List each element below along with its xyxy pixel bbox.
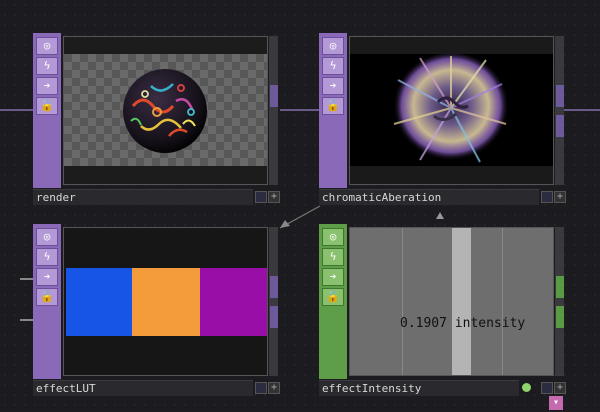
node-name-text: chromaticAberation bbox=[322, 191, 442, 204]
channel-readout: 0.1907 intensity bbox=[400, 316, 525, 331]
channel-name: intensity bbox=[454, 316, 526, 331]
output-rail bbox=[555, 36, 564, 185]
render-viewer bbox=[63, 36, 268, 185]
output-connector-1[interactable] bbox=[556, 276, 564, 298]
node-label[interactable]: chromaticAberation bbox=[319, 189, 539, 205]
viewer-toggle-button[interactable] bbox=[541, 191, 553, 203]
node-label[interactable]: effectIntensity bbox=[319, 380, 519, 396]
arrow-right-icon[interactable]: ➔ bbox=[322, 268, 344, 286]
target-icon[interactable]: ◎ bbox=[36, 228, 58, 246]
plus-icon[interactable]: + bbox=[554, 191, 566, 203]
channel-value: 0.1907 bbox=[400, 316, 447, 331]
arrow-right-icon[interactable]: ➔ bbox=[36, 77, 58, 95]
output-connector-1[interactable] bbox=[556, 85, 564, 107]
lock-icon[interactable]: 🔓 bbox=[36, 97, 58, 115]
lock-icon[interactable]: 🔓 bbox=[322, 288, 344, 306]
wire-left-input bbox=[0, 109, 33, 111]
chromatic-viewer bbox=[349, 36, 554, 185]
plus-icon[interactable]: + bbox=[268, 382, 280, 394]
node-label[interactable]: effectLUT bbox=[33, 380, 253, 396]
node-sidebar: ◎ ϟ ➔ 🔓 bbox=[319, 33, 347, 188]
lut-swatch-orange bbox=[132, 268, 200, 336]
output-connector-2[interactable] bbox=[556, 115, 564, 137]
target-icon[interactable]: ◎ bbox=[322, 37, 344, 55]
lightning-icon[interactable]: ϟ bbox=[36, 248, 58, 266]
grid-line bbox=[402, 228, 403, 375]
node-name-text: effectIntensity bbox=[322, 382, 422, 395]
viewer-toggle-button[interactable] bbox=[255, 191, 267, 203]
noise-sphere-preview bbox=[123, 69, 207, 153]
viewer-toggle-button[interactable] bbox=[541, 382, 553, 394]
output-connector-2[interactable] bbox=[556, 306, 564, 328]
wire-lut-in-2 bbox=[20, 319, 34, 321]
output-rail bbox=[269, 227, 278, 376]
wire-render-to-chromatic bbox=[280, 109, 320, 111]
lut-swatch-blue bbox=[66, 268, 132, 336]
wire-lut-in-1 bbox=[20, 278, 34, 280]
target-icon[interactable]: ◎ bbox=[322, 228, 344, 246]
lut-viewer bbox=[63, 227, 268, 376]
output-rail bbox=[269, 36, 278, 185]
export-arrow-icon bbox=[436, 212, 444, 219]
node-label[interactable]: render bbox=[33, 189, 253, 205]
node-name-text: effectLUT bbox=[36, 382, 96, 395]
lock-icon[interactable]: 🔓 bbox=[36, 288, 58, 306]
node-name-text: render bbox=[36, 191, 76, 204]
wire-chromatic-out bbox=[564, 109, 600, 111]
plus-icon[interactable]: + bbox=[268, 191, 280, 203]
lock-icon[interactable]: 🔓 bbox=[322, 97, 344, 115]
node-effect-lut[interactable]: ◎ ϟ ➔ 🔓 effectLUT + bbox=[33, 224, 281, 396]
channel-viewer: 0.1907 intensity bbox=[349, 227, 554, 376]
lut-swatch-purple bbox=[200, 268, 267, 336]
output-rail bbox=[555, 227, 564, 376]
target-icon[interactable]: ◎ bbox=[36, 37, 58, 55]
lightning-icon[interactable]: ϟ bbox=[322, 57, 344, 75]
output-connector[interactable] bbox=[270, 85, 278, 107]
arrow-right-icon[interactable]: ➔ bbox=[36, 268, 58, 286]
node-sidebar: ◎ ϟ ➔ 🔓 bbox=[33, 224, 61, 379]
down-arrow-icon[interactable]: ▾ bbox=[549, 396, 563, 410]
chromatic-blur-preview bbox=[393, 54, 509, 163]
value-bar bbox=[452, 228, 471, 375]
plus-icon[interactable]: + bbox=[554, 382, 566, 394]
node-effect-intensity[interactable]: ◎ ϟ ➔ 🔓 0.1907 intensity effectIntensity… bbox=[319, 224, 567, 412]
lightning-icon[interactable]: ϟ bbox=[322, 248, 344, 266]
node-sidebar: ◎ ϟ ➔ 🔓 bbox=[33, 33, 61, 188]
output-connector-1[interactable] bbox=[270, 276, 278, 298]
output-connector-2[interactable] bbox=[270, 306, 278, 328]
grid-line bbox=[502, 228, 503, 375]
lightning-icon[interactable]: ϟ bbox=[36, 57, 58, 75]
node-sidebar: ◎ ϟ ➔ 🔓 bbox=[319, 224, 347, 379]
node-render[interactable]: ◎ ϟ ➔ 🔓 render + bbox=[33, 33, 281, 205]
node-chromatic-aberation[interactable]: ◎ ϟ ➔ 🔓 chromaticAberation + bbox=[319, 33, 567, 205]
viewer-toggle-button[interactable] bbox=[255, 382, 267, 394]
arrow-right-icon[interactable]: ➔ bbox=[322, 77, 344, 95]
status-indicator[interactable] bbox=[522, 383, 531, 392]
